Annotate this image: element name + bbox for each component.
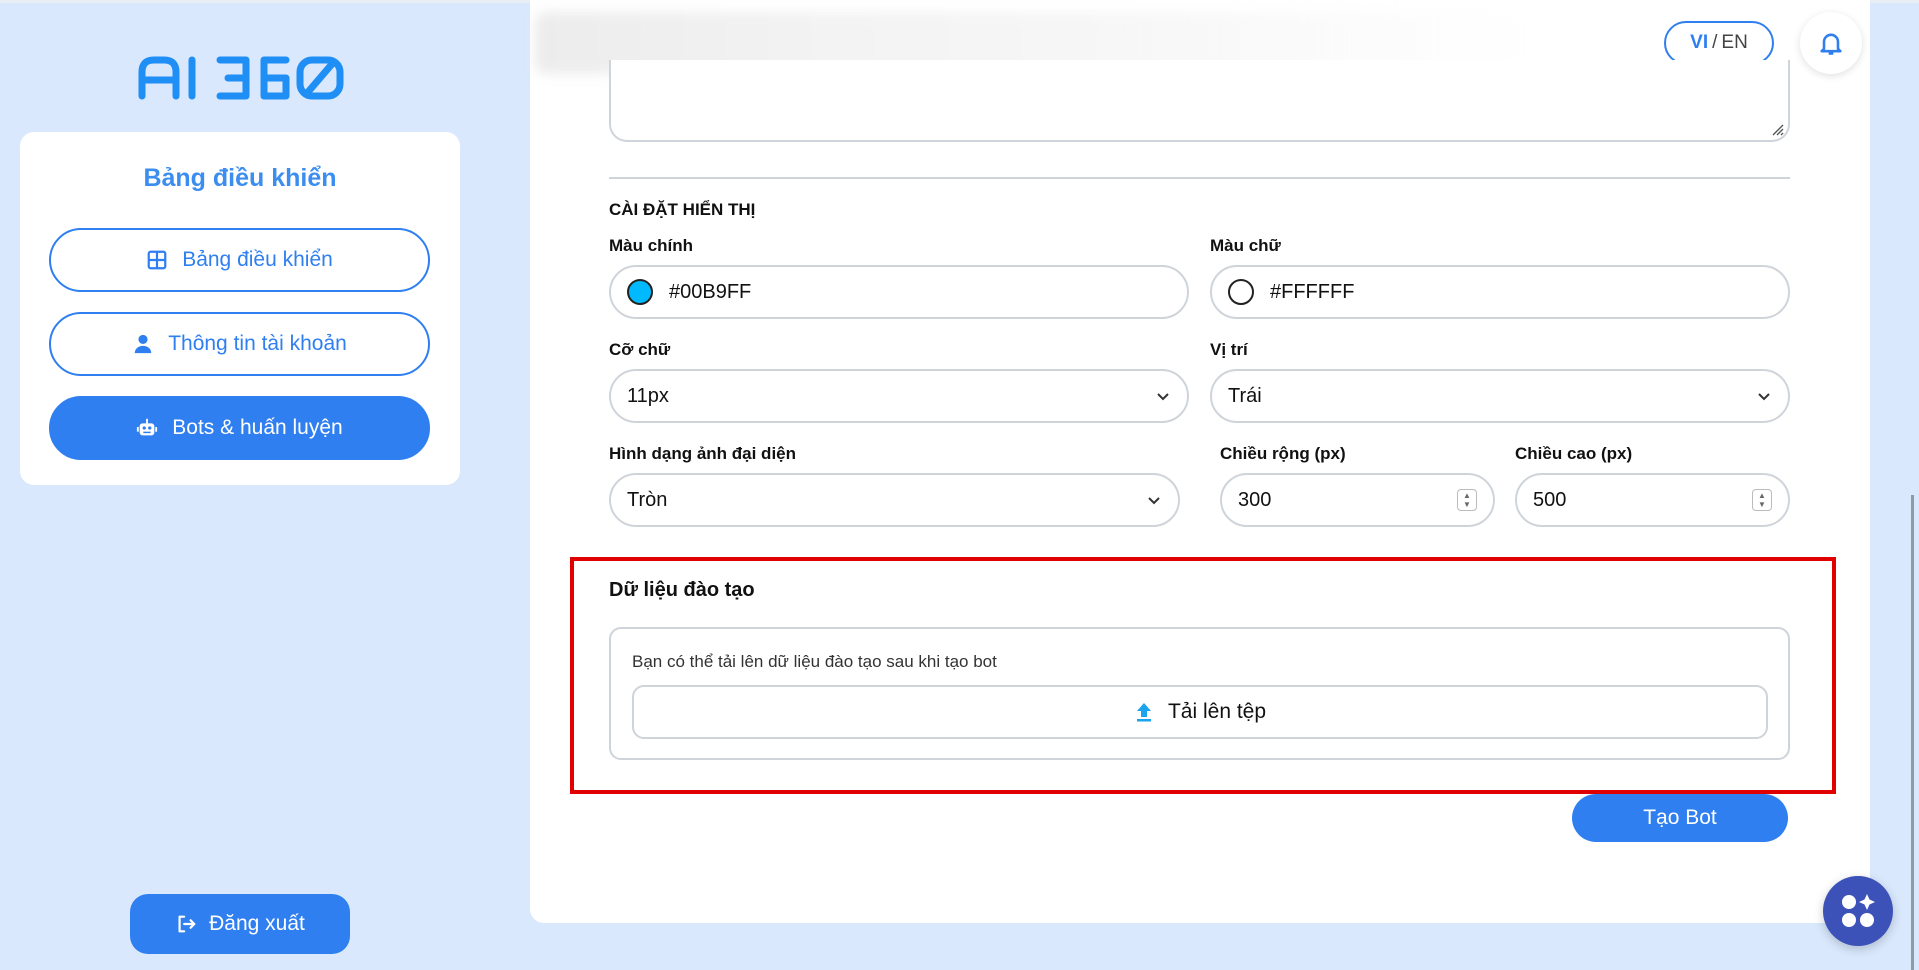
bell-icon [1820,33,1842,55]
height-input[interactable]: 500 ▲ ▼ [1515,473,1790,527]
chevron-down-icon [1148,497,1160,505]
position-value: Trái [1228,384,1262,407]
text-color-label: Màu chữ [1210,236,1281,255]
training-data-box: Bạn có thể tải lên dữ liệu đào tạo sau k… [609,627,1790,760]
position-select[interactable]: Trái [1210,369,1790,423]
text-color-value: #FFFFFF [1270,280,1355,303]
logout-icon [178,915,196,933]
grid-icon [147,250,167,270]
width-label: Chiều rộng (px) [1220,444,1346,463]
avatar-shape-value: Tròn [627,488,668,511]
primary-color-label: Màu chính [609,236,694,255]
text-color-swatch[interactable] [1228,279,1254,305]
avatar-shape-select[interactable]: Tròn [609,473,1180,527]
display-settings-title: CÀI ĐẶT HIỂN THỊ [609,200,756,219]
sidebar-item-account[interactable]: Thông tin tài khoản [49,312,430,376]
primary-color-swatch[interactable] [627,279,653,305]
chevron-down-icon [1157,393,1169,401]
create-bot-button[interactable]: Tạo Bot [1572,794,1788,842]
user-icon [134,334,152,354]
sidebar-item-dashboard[interactable]: Bảng điều khiển [49,228,430,292]
language-switch[interactable]: VI / EN [1664,21,1774,65]
width-stepper[interactable]: ▲ ▼ [1457,489,1477,511]
primary-color-value: #00B9FF [669,280,752,303]
sidebar-card: Bảng điều khiển Bảng điều khiển Thông ti… [20,132,460,485]
notifications-button[interactable] [1800,12,1862,74]
sidebar-title: Bảng điều khiển [143,164,337,192]
height-stepper[interactable]: ▲ ▼ [1752,489,1772,511]
font-size-label: Cỡ chữ [609,340,671,359]
font-size-select[interactable]: 11px [609,369,1189,423]
width-input[interactable]: 300 ▲ ▼ [1220,473,1495,527]
position-label: Vị trí [1210,340,1248,359]
text-color-field[interactable]: #FFFFFF [1210,265,1790,319]
upload-icon [1136,703,1151,722]
apps-fab-button[interactable] [1823,876,1893,946]
robot-icon [137,418,158,436]
logout-label: Đăng xuất [209,912,305,935]
apps-sparkle-icon [1842,894,1875,927]
description-textarea[interactable] [609,60,1790,142]
lang-vi[interactable]: VI [1690,32,1708,54]
width-value: 300 [1238,488,1272,511]
section-divider [609,177,1790,179]
training-hint: Bạn có thể tải lên dữ liệu đào tạo sau k… [632,652,997,671]
avatar-shape-label: Hình dạng ảnh đại diện [609,444,796,463]
upload-label: Tải lên tệp [1167,700,1267,723]
lang-separator: / [1712,32,1718,53]
height-label: Chiều cao (px) [1515,444,1633,463]
primary-color-field[interactable]: #00B9FF [609,265,1189,319]
scrollbar-thumb[interactable] [1911,495,1914,970]
font-size-value: 11px [627,384,669,407]
chevron-down-icon [1758,393,1770,401]
sidebar-item-bots[interactable]: Bots & huấn luyện [49,396,430,460]
sidebar-item-label: Thông tin tài khoản [168,332,347,355]
lang-en[interactable]: EN [1721,32,1747,54]
sidebar-item-label: Bảng điều khiển [182,248,333,271]
height-value: 500 [1533,488,1567,511]
ai360-logo [138,56,344,100]
logout-button[interactable]: Đăng xuất [130,894,350,954]
training-data-title: Dữ liệu đào tạo [609,579,755,601]
sidebar-item-label: Bots & huấn luyện [172,416,343,439]
upload-file-button[interactable]: Tải lên tệp [632,685,1768,739]
resize-handle-icon[interactable] [1770,122,1784,136]
